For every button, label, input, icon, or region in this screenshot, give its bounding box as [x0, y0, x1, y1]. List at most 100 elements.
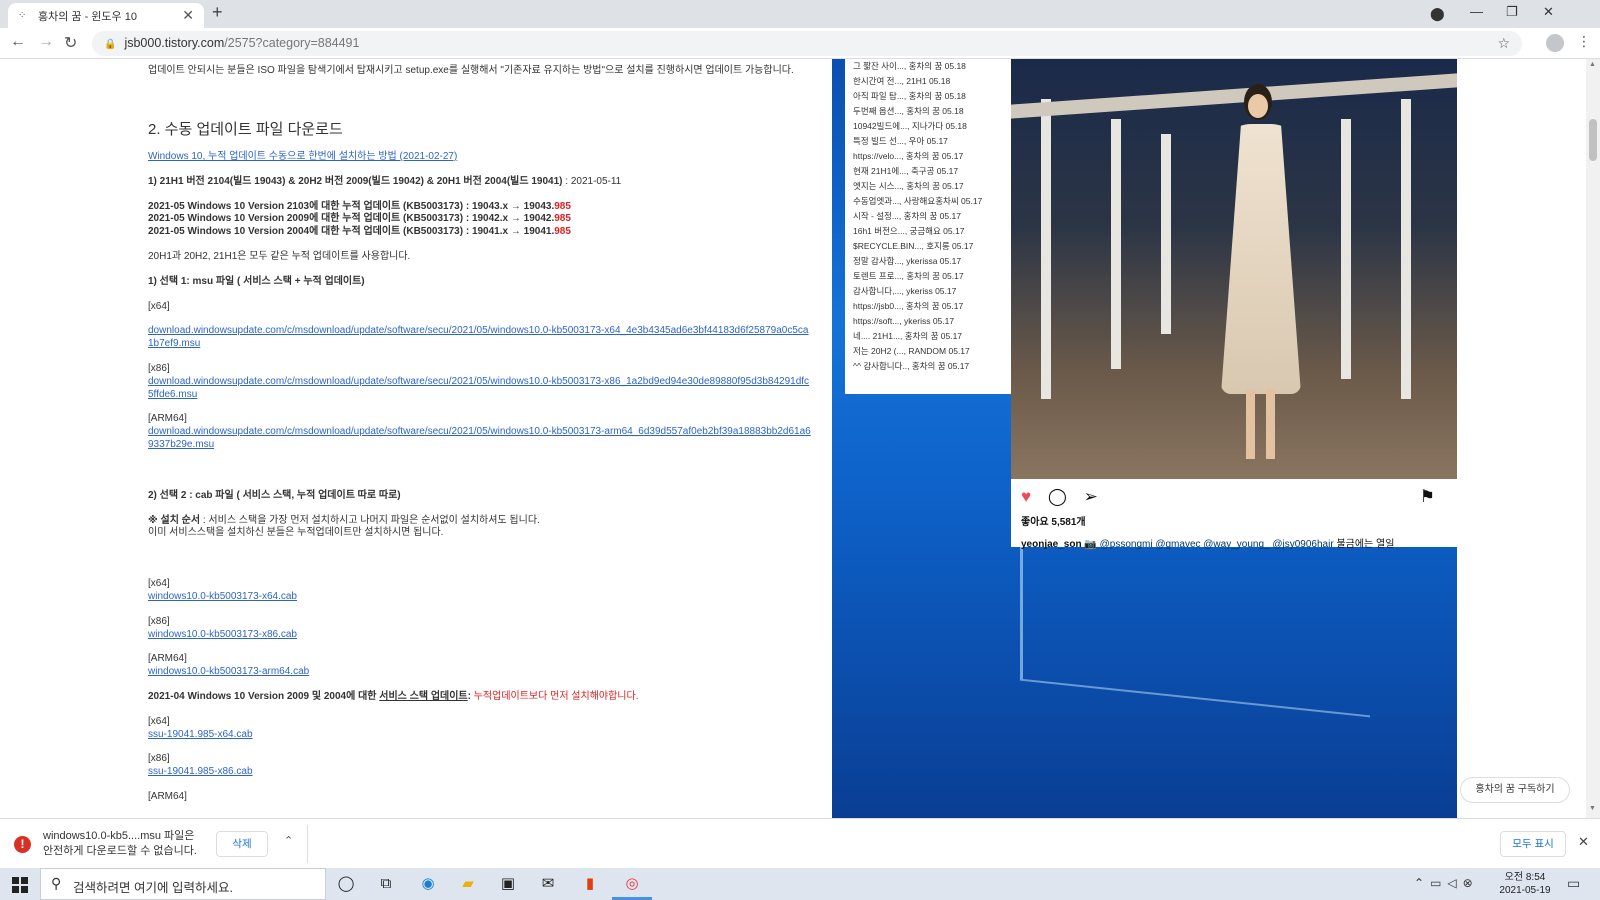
article-body: 업데이트 안되시는 분들은 ISO 파일을 탐색기에서 탑재시키고 setup.…	[148, 59, 813, 804]
restore-icon[interactable]: ❐	[1506, 4, 1518, 20]
msu-x64-link[interactable]: download.windowsupdate.com/c/msdownload/…	[148, 325, 809, 349]
cortana-icon[interactable]: ◯	[326, 868, 366, 900]
volume-icon: ◁	[1447, 876, 1463, 890]
profile-menu-icon[interactable]: ⬤	[1430, 6, 1445, 22]
msu-x64-label: [x64]	[148, 300, 170, 312]
chrome-icon[interactable]: ◎	[612, 868, 652, 900]
kb-line-2004: 2021-05 Windows 10 Version 2004에 대한 누적 업…	[148, 226, 571, 238]
install-note: 이미 서비스스택을 설치하신 분들은 누적업데이트만 설치하시면 됩니다.	[148, 527, 444, 539]
msu-x86-label: [x86]	[148, 362, 170, 374]
comment-item[interactable]: 그 짧잔 사이..., 홍차의 꿈 05.18	[853, 59, 1011, 74]
minimize-icon[interactable]: —	[1470, 4, 1483, 19]
cab-arm64-link[interactable]: windows10.0-kb5003173-arm64.cab	[148, 666, 309, 677]
notification-icon[interactable]: ▭	[1567, 875, 1580, 892]
comment-item[interactable]: 아직 파일 탐..., 홍차의 꿈 05.18	[853, 89, 1011, 104]
ssu-x86-label: [x86]	[148, 753, 170, 765]
section-heading: 2. 수동 업데이트 파일 다운로드	[148, 120, 343, 138]
url-host: jsb000.tistory.com	[124, 36, 225, 50]
file-explorer-icon[interactable]: ▰	[448, 868, 488, 900]
tab-title: 홍차의 꿈 - 윈도우 10	[38, 10, 137, 23]
option2-heading: 2) 선택 2 : cab 파일 ( 서비스 스택, 누적 업데이트 따로 따로…	[148, 489, 401, 501]
comment-item[interactable]: https://soft..., ykeriss 05.17	[853, 314, 1011, 329]
comment-item[interactable]: 저는 20H2 (..., RANDOM 05.17	[853, 344, 1011, 359]
comment-item[interactable]: $RECYCLE.BIN..., 호지롱 05.17	[853, 239, 1011, 254]
bookmark-icon[interactable]: ⚑	[1420, 487, 1435, 507]
comment-item[interactable]: 특정 빌드 선..., 우아 05.17	[853, 134, 1011, 149]
comment-item[interactable]: ^^ 감사합니다.., 홍차의 꿈 05.17	[853, 359, 1011, 374]
show-all-button[interactable]: 모두 표시	[1500, 831, 1566, 857]
cab-x86-label: [x86]	[148, 615, 170, 627]
kb-line-2009: 2021-05 Windows 10 Version 2009에 대한 누적 업…	[148, 213, 571, 225]
cab-x86-link[interactable]: windows10.0-kb5003173-x86.cab	[148, 629, 297, 640]
menu-icon[interactable]: ⋮	[1577, 33, 1591, 50]
address-bar[interactable]: 🔒 jsb000.tistory.com/2575?category=884491…	[92, 31, 1522, 56]
comment-item[interactable]: 16h1 버전으..., 궁금해요 05.17	[853, 224, 1011, 239]
camera-emoji-icon: 📷	[1084, 539, 1097, 550]
mail-icon[interactable]: ✉	[528, 868, 568, 900]
forward-icon[interactable]: →	[38, 33, 54, 51]
store-icon[interactable]: ▣	[488, 868, 528, 900]
bookmark-star-icon[interactable]: ☆	[1497, 35, 1510, 52]
guide-link[interactable]: Windows 10, 누적 업데이트 수동으로 한번에 설치하는 방법 (20…	[148, 151, 457, 162]
comment-item[interactable]: https://jsb0..., 홍차의 꿈 05.17	[853, 299, 1011, 314]
comment-item[interactable]: 엣지는 시스..., 홍차의 꿈 05.17	[853, 179, 1011, 194]
task-view-icon[interactable]: ⧉	[366, 868, 406, 900]
comment-item[interactable]: 현재 21H1에..., 축구공 05.17	[853, 164, 1011, 179]
comment-item[interactable]: 감사합니다,..., ykeriss 05.17	[853, 284, 1011, 299]
share-icon[interactable]: ➢	[1084, 487, 1098, 506]
instagram-photo[interactable]	[1011, 59, 1457, 479]
search-icon: ⚲	[51, 875, 62, 891]
comment-item[interactable]: 한시간여 전..., 21H1 05.18	[853, 74, 1011, 89]
scroll-up-icon[interactable]: ▲	[1589, 61, 1596, 68]
clock[interactable]: 오전 8:54 2021-05-19	[1490, 871, 1560, 897]
comment-item[interactable]: 시작 - 설정..., 홍차의 꿈 05.17	[853, 209, 1011, 224]
cab-arm64-label: [ARM64]	[148, 653, 187, 665]
account-icon[interactable]	[1546, 34, 1564, 52]
warning-icon: !	[14, 836, 31, 853]
comment-item[interactable]: https://velo..., 홍차의 꿈 05.17	[853, 149, 1011, 164]
comment-icon[interactable]: ◯	[1048, 487, 1067, 506]
ssu-arm64-label: [ARM64]	[148, 790, 187, 802]
office-icon[interactable]: ▮	[570, 868, 610, 900]
ime-icon: ⊗	[1462, 876, 1479, 890]
same-update-note: 20H1과 20H2, 21H1은 모두 같은 누적 업데이트를 사용합니다.	[148, 250, 411, 262]
scroll-thumb[interactable]	[1589, 119, 1597, 161]
comment-item[interactable]: 토렌트 프로..., 홍차의 꿈 05.17	[853, 269, 1011, 284]
tistory-favicon-icon: ⁘	[18, 10, 27, 21]
close-icon[interactable]: ✕	[1578, 834, 1589, 850]
comment-item[interactable]: 두번째 옵션..., 홍차의 꿈 05.18	[853, 104, 1011, 119]
comment-item[interactable]: 네.... 21H1..., 홍차의 꿈 05.17	[853, 329, 1011, 344]
back-icon[interactable]: ←	[10, 33, 26, 51]
edge-icon[interactable]: ◉	[408, 868, 448, 900]
close-tab-icon[interactable]: ✕	[182, 7, 194, 24]
scroll-down-icon[interactable]: ▼	[1589, 805, 1596, 812]
likes-count: 좋아요 5,581개	[1021, 517, 1086, 528]
ssu-x64-link[interactable]: ssu-19041.985-x64.cab	[148, 729, 253, 740]
url-path: /2575?category=884491	[224, 36, 360, 50]
windows-start-icon[interactable]	[12, 877, 28, 893]
delete-button[interactable]: 삭제	[216, 831, 268, 857]
tab-strip: ⁘ 홍차의 꿈 - 윈도우 10 ✕ + ⬤ — ❐ ✕	[0, 0, 1600, 28]
scrollbar[interactable]: ▲ ▼	[1586, 59, 1600, 818]
ssu-x86-link[interactable]: ssu-19041.985-x86.cab	[148, 766, 253, 777]
active-tab[interactable]: ⁘ 홍차의 꿈 - 윈도우 10 ✕	[8, 3, 204, 28]
heart-icon[interactable]: ♥	[1021, 487, 1031, 506]
chevron-up-icon: ⌃	[1414, 876, 1431, 890]
msu-x86-link[interactable]: download.windowsupdate.com/c/msdownload/…	[148, 376, 809, 400]
taskbar-search-input[interactable]: ⚲ 검색하려면 여기에 입력하세요.	[40, 868, 326, 900]
cab-x64-link[interactable]: windows10.0-kb5003173-x64.cab	[148, 591, 297, 602]
close-window-icon[interactable]: ✕	[1543, 4, 1554, 20]
chevron-up-icon[interactable]: ⌃	[284, 834, 293, 847]
system-tray[interactable]: ⌃▭◁⊗	[1414, 876, 1479, 890]
recent-comments-panel: 그 짧잔 사이..., 홍차의 꿈 05.18 한시간여 전..., 21H1 …	[845, 59, 1011, 394]
option1-heading: 1) 선택 1: msu 파일 ( 서비스 스택 + 누적 업데이트)	[148, 275, 365, 287]
web-page: 업데이트 안되시는 분들은 ISO 파일을 탐색기에서 탑재시키고 setup.…	[0, 59, 1600, 818]
subscribe-button[interactable]: 홍차의 꿈 구독하기	[1460, 777, 1570, 803]
reload-icon[interactable]: ↻	[64, 33, 77, 53]
comment-item[interactable]: 정말 감사합..., ykerissa 05.17	[853, 254, 1011, 269]
comment-item[interactable]: 수동업엣과..., 사랑해요홍차씨 05.17	[853, 194, 1011, 209]
msu-arm64-link[interactable]: download.windowsupdate.com/c/msdownload/…	[148, 426, 811, 450]
new-tab-icon[interactable]: +	[212, 2, 223, 23]
ssu-link[interactable]: 서비스 스택 업데이트	[379, 691, 467, 702]
comment-item[interactable]: 10942빌드에..., 지나가다 05.18	[853, 119, 1011, 134]
